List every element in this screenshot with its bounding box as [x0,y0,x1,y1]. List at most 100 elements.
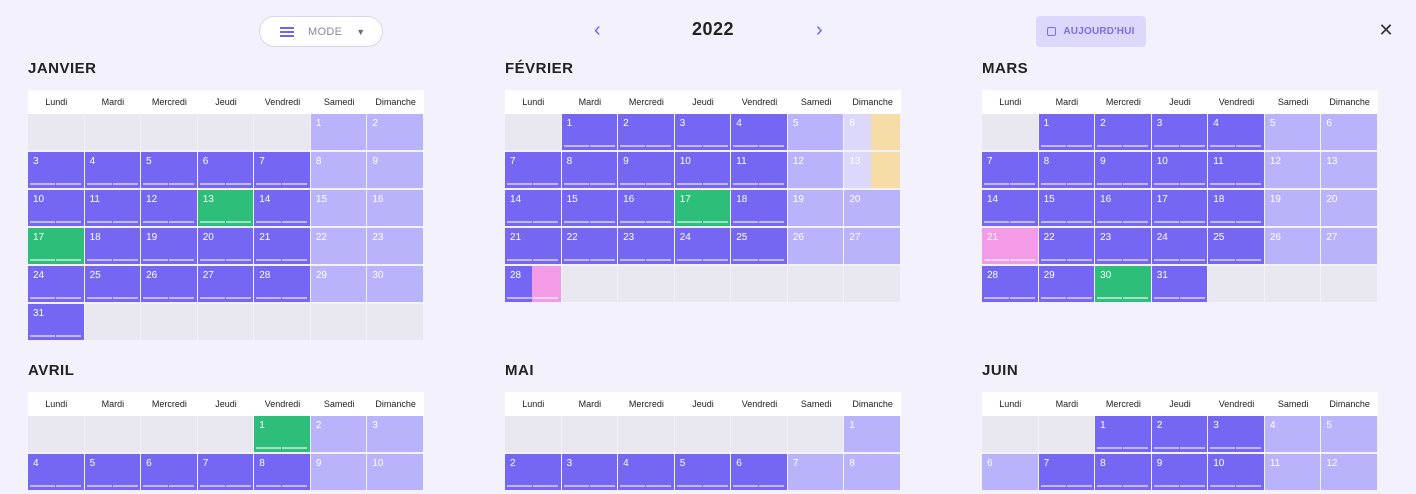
mode-dropdown[interactable]: MODE ▼ [259,16,383,47]
day-cell[interactable]: 5 [84,454,141,490]
day-cell[interactable]: 12 [787,152,844,188]
day-cell[interactable]: 20 [197,228,254,264]
day-cell[interactable]: 15 [1038,190,1095,226]
day-cell[interactable]: 7 [505,152,561,188]
day-cell[interactable]: 2 [1095,114,1151,150]
day-cell[interactable]: 24 [28,266,84,302]
day-cell[interactable]: 22 [1038,228,1095,264]
day-cell[interactable]: 13 [197,190,254,226]
day-cell[interactable]: 3 [674,114,731,150]
next-year-button[interactable]: › [816,20,823,40]
day-cell[interactable]: 7 [787,454,844,490]
day-cell[interactable]: 11 [1208,152,1264,188]
day-cell[interactable]: 6 [844,114,900,150]
day-cell[interactable]: 5 [141,152,197,188]
day-cell[interactable]: 8 [561,152,618,188]
day-cell[interactable]: 9 [618,152,674,188]
day-cell[interactable]: 3 [367,416,423,452]
day-cell[interactable]: 8 [1095,454,1151,490]
day-cell[interactable]: 21 [982,228,1038,264]
day-cell[interactable]: 19 [787,190,844,226]
day-cell[interactable]: 29 [310,266,367,302]
day-cell[interactable]: 2 [618,114,674,150]
day-cell[interactable]: 7 [1038,454,1095,490]
day-cell[interactable]: 28 [982,266,1038,302]
day-cell[interactable]: 25 [84,266,141,302]
day-cell[interactable]: 2 [505,454,561,490]
day-cell[interactable]: 27 [844,228,900,264]
day-cell[interactable]: 15 [310,190,367,226]
day-cell[interactable]: 9 [1095,152,1151,188]
day-cell[interactable]: 7 [197,454,254,490]
day-cell[interactable]: 12 [1264,152,1321,188]
day-cell[interactable]: 5 [1321,416,1377,452]
day-cell[interactable]: 19 [1264,190,1321,226]
day-cell[interactable]: 1 [561,114,618,150]
day-cell[interactable]: 31 [28,304,84,340]
day-cell[interactable]: 1 [844,416,900,452]
day-cell[interactable]: 6 [197,152,254,188]
day-cell[interactable]: 5 [787,114,844,150]
day-cell[interactable]: 16 [367,190,423,226]
day-cell[interactable]: 23 [1095,228,1151,264]
day-cell[interactable]: 28 [254,266,310,302]
day-cell[interactable]: 3 [1151,114,1208,150]
day-cell[interactable]: 9 [310,454,367,490]
day-cell[interactable]: 1 [1095,416,1151,452]
day-cell[interactable]: 4 [28,454,84,490]
day-cell[interactable]: 6 [1321,114,1377,150]
day-cell[interactable]: 1 [1038,114,1095,150]
day-cell[interactable]: 20 [844,190,900,226]
day-cell[interactable]: 11 [1264,454,1321,490]
day-cell[interactable]: 27 [1321,228,1377,264]
day-cell[interactable]: 26 [787,228,844,264]
day-cell[interactable]: 10 [367,454,423,490]
day-cell[interactable]: 15 [561,190,618,226]
day-cell[interactable]: 16 [1095,190,1151,226]
day-cell[interactable]: 22 [561,228,618,264]
day-cell[interactable]: 12 [141,190,197,226]
day-cell[interactable]: 24 [1151,228,1208,264]
day-cell[interactable]: 11 [84,190,141,226]
day-cell[interactable]: 26 [141,266,197,302]
day-cell[interactable]: 23 [367,228,423,264]
day-cell[interactable]: 3 [561,454,618,490]
day-cell[interactable]: 21 [254,228,310,264]
day-cell[interactable]: 1 [254,416,310,452]
day-cell[interactable]: 14 [505,190,561,226]
day-cell[interactable]: 12 [1321,454,1377,490]
day-cell[interactable]: 10 [674,152,731,188]
day-cell[interactable]: 18 [84,228,141,264]
day-cell[interactable]: 13 [844,152,900,188]
day-cell[interactable]: 20 [1321,190,1377,226]
day-cell[interactable]: 26 [1264,228,1321,264]
day-cell[interactable]: 30 [367,266,423,302]
day-cell[interactable]: 16 [618,190,674,226]
day-cell[interactable]: 18 [731,190,787,226]
day-cell[interactable]: 4 [84,152,141,188]
day-cell[interactable]: 4 [1264,416,1321,452]
day-cell[interactable]: 14 [982,190,1038,226]
day-cell[interactable]: 24 [674,228,731,264]
day-cell[interactable]: 6 [982,454,1038,490]
day-cell[interactable]: 30 [1095,266,1151,302]
day-cell[interactable]: 21 [505,228,561,264]
day-cell[interactable]: 9 [367,152,423,188]
day-cell[interactable]: 31 [1151,266,1208,302]
day-cell[interactable]: 29 [1038,266,1095,302]
day-cell[interactable]: 11 [731,152,787,188]
day-cell[interactable]: 8 [1038,152,1095,188]
day-cell[interactable]: 6 [141,454,197,490]
day-cell[interactable]: 2 [310,416,367,452]
day-cell[interactable]: 8 [844,454,900,490]
day-cell[interactable]: 2 [367,114,423,150]
day-cell[interactable]: 10 [1208,454,1264,490]
day-cell[interactable]: 13 [1321,152,1377,188]
close-button[interactable]: ✕ [1372,16,1400,44]
day-cell[interactable]: 1 [310,114,367,150]
day-cell[interactable]: 5 [1264,114,1321,150]
day-cell[interactable]: 17 [674,190,731,226]
day-cell[interactable]: 25 [1208,228,1264,264]
day-cell[interactable]: 10 [1151,152,1208,188]
day-cell[interactable]: 17 [1151,190,1208,226]
